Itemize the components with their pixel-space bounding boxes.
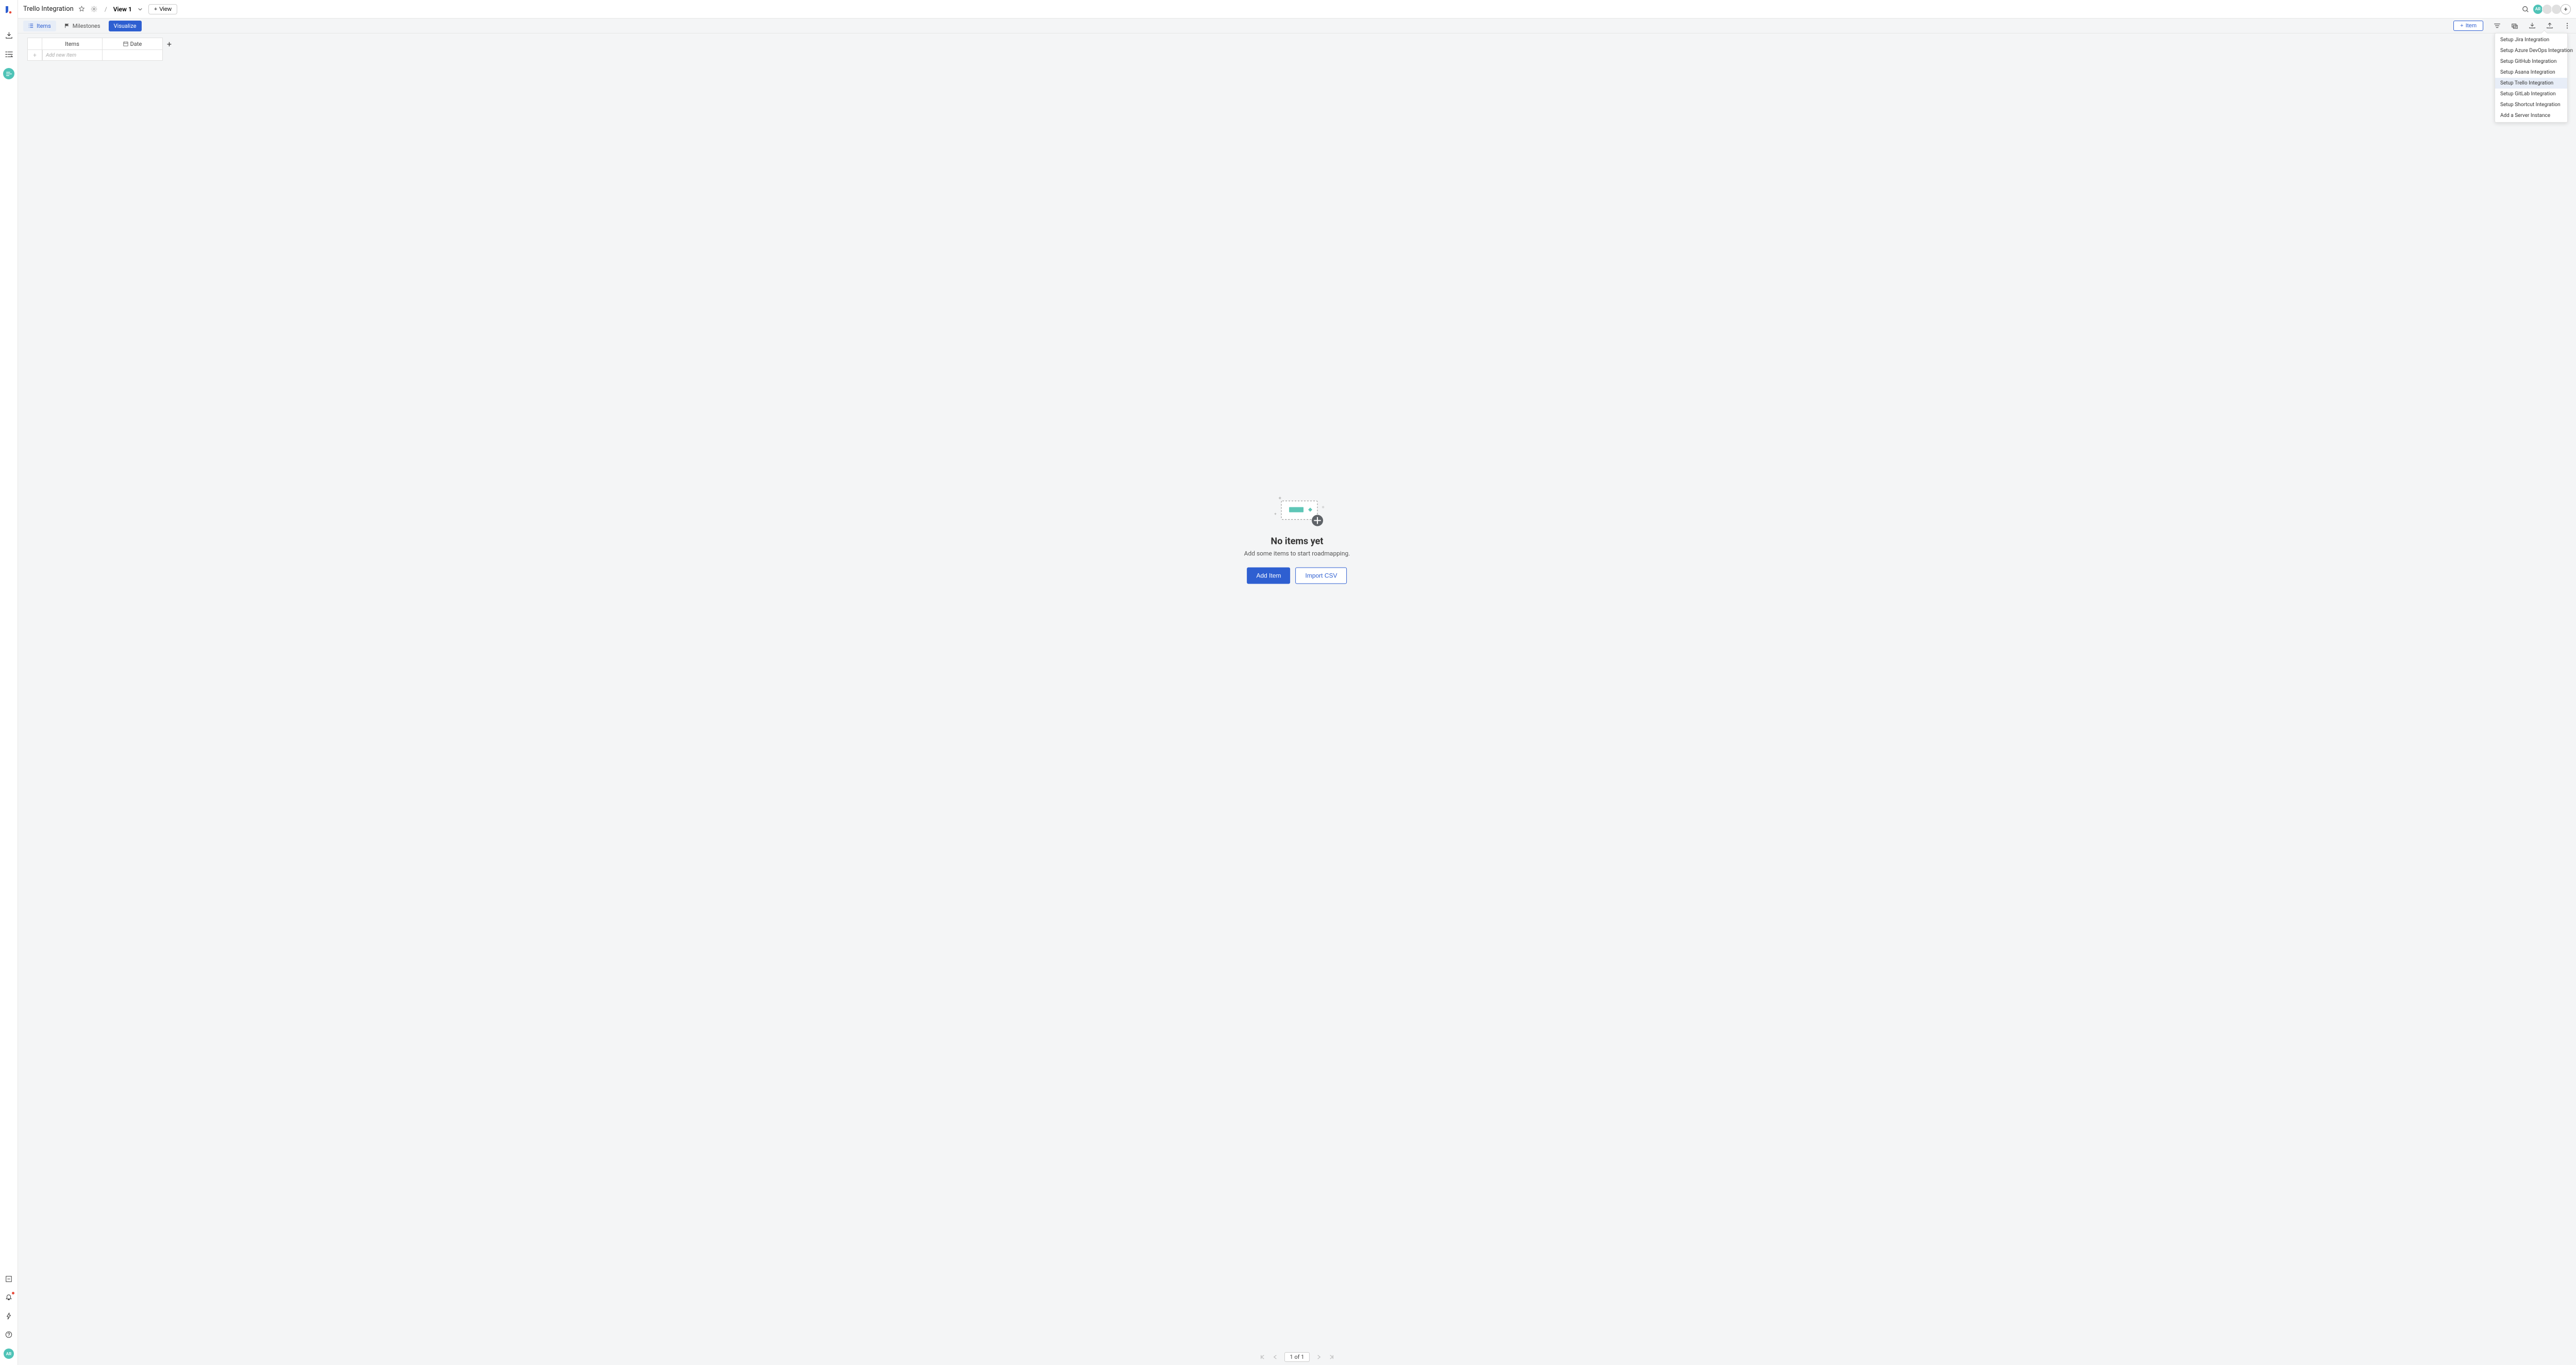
tabbar: Items Milestones Visualize + Item [18, 18, 2576, 33]
dropdown-item[interactable]: Setup GitLab Integration [2495, 89, 2567, 99]
view-name[interactable]: View 1 [113, 6, 132, 13]
tab-items-label: Items [37, 23, 51, 29]
bell-icon[interactable] [4, 1293, 13, 1302]
breadcrumb-separator: / [105, 6, 107, 13]
dropdown-item[interactable]: Setup Azure DevOps Integration [2495, 45, 2567, 56]
pager-prev-icon[interactable] [1272, 1353, 1279, 1361]
tab-milestones-label: Milestones [73, 23, 100, 29]
dropdown-item[interactable]: Setup Trello Integration [2495, 78, 2567, 89]
tabbar-right: + Item Setup Jira IntegrationSetup Azure… [2453, 21, 2571, 31]
empty-state: ✦ ✦ No items yet Add some items to start… [1244, 495, 1350, 584]
flag-icon [64, 23, 70, 28]
add-view-button[interactable]: + View [148, 4, 177, 14]
pager-last-icon[interactable] [1328, 1353, 1335, 1361]
grid-new-row: + Add new item [27, 50, 2576, 61]
svg-text:✦: ✦ [1274, 512, 1278, 517]
topbar: Trello Integration / View 1 + View AR + [18, 0, 2576, 18]
search-icon[interactable] [2521, 5, 2530, 13]
filter-icon[interactable] [2494, 22, 2501, 29]
app-logo-icon[interactable] [4, 5, 13, 14]
calendar-icon [123, 41, 128, 46]
timeline-icon[interactable] [3, 68, 14, 79]
empty-illustration: ✦ ✦ [1274, 495, 1320, 526]
main: Trello Integration / View 1 + View AR + [18, 0, 2576, 1365]
grid-header: Items Date + [27, 38, 2576, 50]
help-icon[interactable] [4, 1330, 13, 1339]
content-area: Items Date + + Add new item ✦ ✦ [18, 33, 2576, 1365]
left-rail: AR [0, 0, 18, 1365]
avatar-placeholder[interactable] [2542, 4, 2552, 14]
chevron-down-icon[interactable] [136, 5, 144, 13]
add-row-button[interactable]: + [27, 50, 42, 61]
column-header-date[interactable]: Date [103, 38, 163, 50]
column-header-items[interactable]: Items [42, 38, 103, 50]
add-item-primary-button[interactable]: Add Item [1247, 568, 1290, 584]
layers-icon[interactable] [2511, 22, 2518, 29]
book-icon[interactable] [4, 1274, 13, 1284]
empty-title: No items yet [1271, 536, 1324, 547]
download-icon[interactable] [2529, 22, 2536, 29]
tab-visualize-label: Visualize [114, 23, 137, 29]
pager-label: 1 of 1 [1284, 1352, 1310, 1362]
pager: 1 of 1 [1259, 1352, 1336, 1362]
dropdown-item[interactable]: Setup Asana Integration [2495, 67, 2567, 78]
svg-text:✦: ✦ [1278, 496, 1282, 502]
empty-actions: Add Item Import CSV [1247, 568, 1347, 584]
column-header-date-label: Date [130, 41, 142, 47]
tab-items[interactable]: Items [23, 21, 56, 31]
add-item-button[interactable]: + Item [2453, 21, 2483, 31]
add-column-button[interactable]: + [163, 38, 176, 50]
dropdown-item[interactable]: Setup Shortcut Integration [2495, 99, 2567, 110]
pager-next-icon[interactable] [1315, 1353, 1323, 1361]
rail-avatar[interactable]: AR [4, 1349, 14, 1359]
import-csv-button[interactable]: Import CSV [1296, 568, 1347, 584]
avatar-placeholder[interactable] [2551, 4, 2562, 14]
bolt-icon[interactable] [4, 1311, 13, 1321]
row-handle-header [27, 38, 42, 50]
gear-icon[interactable] [90, 5, 98, 13]
add-view-label: View [159, 6, 172, 12]
list-icon[interactable] [4, 49, 13, 59]
empty-subtitle: Add some items to start roadmapping. [1244, 550, 1350, 557]
upload-icon[interactable] [2546, 22, 2553, 29]
dropdown-item[interactable]: Setup GitHub Integration [2495, 56, 2567, 67]
plus-icon: + [2460, 23, 2463, 29]
avatar[interactable]: AR [2533, 4, 2543, 14]
tab-milestones[interactable]: Milestones [59, 21, 106, 31]
import-icon[interactable] [4, 31, 13, 40]
topbar-right: AR + [2521, 4, 2571, 14]
add-new-item-input[interactable]: Add new item [42, 50, 103, 61]
tab-visualize[interactable]: Visualize [109, 21, 142, 31]
avatar-group: AR + [2534, 4, 2571, 14]
more-icon[interactable] [2564, 22, 2571, 29]
new-row-date-cell[interactable] [103, 50, 163, 61]
integration-dropdown: Setup Jira IntegrationSetup Azure DevOps… [2495, 33, 2568, 123]
page-title: Trello Integration [23, 5, 74, 13]
dropdown-item[interactable]: Add a Server Instance [2495, 110, 2567, 121]
plus-icon: + [154, 6, 157, 12]
star-icon[interactable] [78, 5, 86, 13]
list-icon [28, 23, 33, 28]
pager-first-icon[interactable] [1259, 1353, 1266, 1361]
add-user-button[interactable]: + [2561, 4, 2571, 14]
add-item-label: Item [2466, 23, 2477, 29]
dropdown-item[interactable]: Setup Jira Integration [2495, 35, 2567, 45]
